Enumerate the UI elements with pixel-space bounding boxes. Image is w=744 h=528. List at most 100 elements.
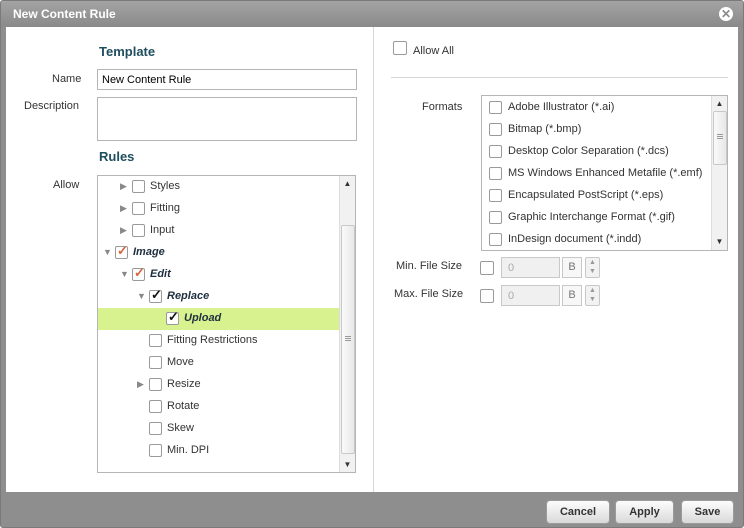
tree-item-label: Resize [167,378,201,390]
tree-item-label: Replace [167,290,210,302]
tree-item-label: Edit [150,268,171,280]
tree-item[interactable]: ▶ Styles [98,176,340,198]
checkmark-icon: ✓ [134,265,145,280]
description-textarea[interactable] [97,97,357,141]
scroll-thumb[interactable] [341,225,355,454]
format-checkbox[interactable] [489,167,502,180]
tree-item-checkbox[interactable] [132,202,145,215]
format-label: MS Windows Enhanced Metafile (*.emf) [508,167,703,179]
min-file-size-stepper[interactable]: ▲ ▼ [585,257,600,278]
formats-scrollbar[interactable]: ▲ ▼ [711,96,727,250]
rules-tree[interactable]: ▶ Styles ▶ Fitting ▶ Input ▼ ✓ Image ▼ ✓ Edit ▼ ✓ Repl… [97,175,356,473]
scroll-thumb[interactable] [713,111,727,165]
min-file-size-input[interactable]: 0 [501,257,560,278]
format-item[interactable]: Graphic Interchange Format (*.gif) [482,206,711,228]
template-heading: Template [99,44,156,59]
new-content-rule-dialog: New Content Rule ✕ Template Name Descrip… [0,0,744,528]
max-file-size-stepper[interactable]: ▲ ▼ [585,285,600,306]
max-file-size-checkbox[interactable] [480,289,494,303]
tree-item-label: Styles [150,180,180,192]
allow-label: Allow [53,179,80,191]
tree-item[interactable]: ▶ Resize [98,374,340,396]
min-file-size-checkbox[interactable] [480,261,494,275]
name-label: Name [52,73,82,85]
tree-item[interactable]: ▼ ✓ Image [98,242,340,264]
tree-item-checkbox[interactable] [149,444,162,457]
format-checkbox[interactable] [489,101,502,114]
dialog-footer: Cancel Apply Save [1,492,743,527]
format-item[interactable]: Desktop Color Separation (*.dcs) [482,140,711,162]
format-checkbox[interactable] [489,211,502,224]
format-checkbox[interactable] [489,233,502,246]
format-checkbox[interactable] [489,189,502,202]
tree-item-label: Move [167,356,194,368]
dialog-title: New Content Rule [13,7,116,21]
triangle-down-icon[interactable]: ▼ [103,247,112,257]
triangle-right-icon[interactable]: ▶ [120,203,127,214]
rules-tree-scrollbar[interactable]: ▲ ▼ [339,176,355,472]
triangle-down-icon[interactable]: ▼ [137,291,146,301]
format-label: Desktop Color Separation (*.dcs) [508,145,669,157]
tree-item-checkbox[interactable] [149,422,162,435]
min-file-size-unit: B [562,257,582,278]
max-file-size-input[interactable]: 0 [501,285,560,306]
checkmark-icon: ✓ [151,287,162,302]
name-input[interactable] [97,69,357,90]
tree-item-checkbox[interactable]: ✓ [115,243,128,259]
dialog-title-bar[interactable]: New Content Rule ✕ [1,1,743,27]
tree-item-checkbox[interactable] [149,334,162,347]
format-checkbox[interactable] [489,145,502,158]
triangle-right-icon[interactable]: ▶ [120,225,127,236]
format-label: Adobe Illustrator (*.ai) [508,101,615,113]
cancel-button[interactable]: Cancel [546,500,610,524]
rules-heading: Rules [99,149,135,164]
tree-item[interactable]: Min. DPI [98,440,340,462]
tree-item[interactable]: ▼ ✓ Edit [98,264,340,286]
triangle-right-icon[interactable]: ▶ [137,379,144,390]
max-file-size-label: Max. File Size [394,288,464,300]
tree-item-checkbox[interactable]: ✓ [166,309,179,325]
format-item[interactable]: Bitmap (*.bmp) [482,118,711,140]
tree-item-label: Fitting Restrictions [167,334,258,346]
tree-item-checkbox[interactable] [149,400,162,413]
tree-item[interactable]: Move [98,352,340,374]
tree-item[interactable]: ▶ Input [98,220,340,242]
tree-item-label: Image [133,246,165,258]
horizontal-divider [391,77,728,78]
allow-all-checkbox[interactable] [393,41,407,55]
triangle-right-icon[interactable]: ▶ [120,181,127,192]
tree-item[interactable]: ▶ Fitting [98,198,340,220]
tree-item[interactable]: ▼ ✓ Replace [98,286,340,308]
tree-item-checkbox[interactable] [149,356,162,369]
tree-item-label: Rotate [167,400,200,412]
triangle-down-icon[interactable]: ▼ [120,269,129,279]
scroll-down-arrow-icon[interactable]: ▼ [340,458,355,472]
tree-item-checkbox[interactable] [132,224,145,237]
apply-button[interactable]: Apply [615,500,674,524]
checkmark-icon: ✓ [168,309,179,324]
formats-label: Formats [422,101,463,113]
format-checkbox[interactable] [489,123,502,136]
tree-item[interactable]: Fitting Restrictions [98,330,340,352]
tree-item-checkbox[interactable]: ✓ [132,265,145,281]
description-label: Description [24,100,80,112]
formats-list[interactable]: Adobe Illustrator (*.ai) Bitmap (*.bmp) De… [481,95,728,251]
save-button[interactable]: Save [681,500,734,524]
scroll-up-arrow-icon[interactable]: ▲ [712,97,727,111]
format-item[interactable]: Adobe Illustrator (*.ai) [482,96,711,118]
tree-item-checkbox[interactable] [149,378,162,391]
close-icon[interactable]: ✕ [719,7,733,21]
tree-item-checkbox[interactable] [132,180,145,193]
tree-item[interactable]: Rotate [98,396,340,418]
format-item[interactable]: InDesign document (*.indd) [482,228,711,250]
tree-item-checkbox[interactable]: ✓ [149,287,162,303]
scroll-down-arrow-icon[interactable]: ▼ [712,235,727,249]
tree-item[interactable]: ✓ Upload [98,308,340,330]
format-item[interactable]: MS Windows Enhanced Metafile (*.emf) [482,162,711,184]
scroll-up-arrow-icon[interactable]: ▲ [340,177,355,191]
tree-item-label: Input [150,224,175,236]
format-label: Encapsulated PostScript (*.eps) [508,189,664,201]
tree-item[interactable]: Skew [98,418,340,440]
format-item[interactable]: Encapsulated PostScript (*.eps) [482,184,711,206]
tree-item-label: Min. DPI [167,444,210,456]
